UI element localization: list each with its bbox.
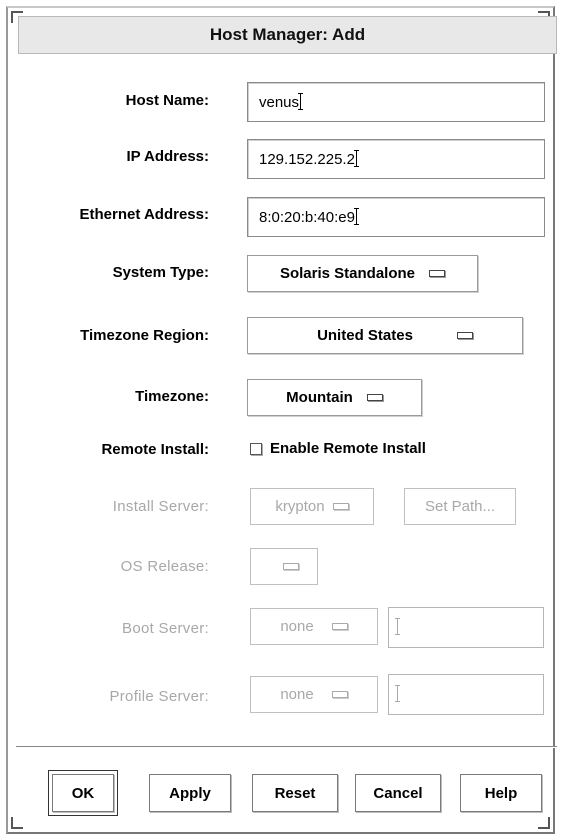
boot-server-path-field[interactable] xyxy=(388,607,544,648)
set-path-button[interactable]: Set Path... xyxy=(404,488,516,525)
timezone-region-label: Timezone Region: xyxy=(80,327,209,344)
host-name-label: Host Name: xyxy=(125,92,209,109)
menu-mark-icon xyxy=(429,270,446,277)
ethernet-address-label: Ethernet Address: xyxy=(79,206,209,223)
ok-button[interactable]: OK xyxy=(48,770,118,816)
menu-mark-icon xyxy=(283,563,299,570)
boot-server-value: none xyxy=(280,618,314,635)
os-release-menu-button[interactable] xyxy=(250,548,318,585)
window-corner-bottom-right[interactable] xyxy=(538,817,550,829)
timezone-label: Timezone: xyxy=(135,388,209,405)
text-cursor-icon xyxy=(395,685,400,702)
menu-mark-icon xyxy=(331,691,348,698)
timezone-menu-button[interactable]: Mountain xyxy=(247,379,422,416)
boot-server-label: Boot Server: xyxy=(122,620,209,637)
profile-server-path-field[interactable] xyxy=(388,674,544,715)
window-corner-bottom-left[interactable] xyxy=(11,817,23,829)
os-release-label: OS Release: xyxy=(120,558,209,575)
help-button[interactable]: Help xyxy=(460,774,542,812)
text-cursor-icon xyxy=(353,150,359,167)
reset-button-label: Reset xyxy=(274,784,316,802)
profile-server-label: Profile Server: xyxy=(109,688,209,705)
enable-remote-install-checkbox[interactable]: Enable Remote Install xyxy=(250,440,426,457)
text-cursor-icon xyxy=(395,618,400,635)
window-title: Host Manager: Add xyxy=(209,25,366,44)
window-title-bar[interactable]: Host Manager: Add xyxy=(18,16,557,54)
system-type-value: Solaris Standalone xyxy=(279,265,416,282)
menu-mark-icon xyxy=(456,332,473,339)
reset-button[interactable]: Reset xyxy=(252,774,338,812)
ip-address-field[interactable]: 129.152.225.2 xyxy=(247,139,545,179)
ip-address-value: 129.152.225.2 xyxy=(259,151,355,168)
host-name-value: venus xyxy=(259,94,300,111)
install-server-value: krypton xyxy=(275,498,325,515)
cancel-button[interactable]: Cancel xyxy=(355,774,441,812)
button-area-separator xyxy=(16,746,557,748)
text-cursor-icon xyxy=(353,208,359,225)
timezone-region-value: United States xyxy=(317,327,413,344)
help-button-label: Help xyxy=(484,784,518,802)
checkbox-icon[interactable] xyxy=(250,442,262,455)
timezone-value: Mountain xyxy=(286,389,353,406)
menu-mark-icon xyxy=(331,623,348,630)
ip-address-label: IP Address: xyxy=(126,148,209,165)
menu-mark-icon xyxy=(366,394,383,401)
install-server-menu-button[interactable]: krypton xyxy=(250,488,374,525)
remote-install-label: Remote Install: xyxy=(101,441,209,458)
apply-button-label: Apply xyxy=(169,784,211,802)
boot-server-menu-button[interactable]: none xyxy=(250,608,378,645)
profile-server-menu-button[interactable]: none xyxy=(250,676,378,713)
set-path-label: Set Path... xyxy=(424,498,496,515)
menu-mark-icon xyxy=(332,503,349,510)
install-server-label: Install Server: xyxy=(112,498,209,515)
enable-remote-install-label: Enable Remote Install xyxy=(270,440,426,457)
host-name-field[interactable]: venus xyxy=(247,82,545,122)
ethernet-address-field[interactable]: 8:0:20:b:40:e9 xyxy=(247,197,545,237)
ok-button-label: OK xyxy=(71,784,95,802)
text-cursor-icon xyxy=(298,93,304,110)
apply-button[interactable]: Apply xyxy=(149,774,231,812)
host-manager-window: Host Manager: Add Host Name: venus IP Ad… xyxy=(6,6,557,834)
system-type-menu-button[interactable]: Solaris Standalone xyxy=(247,255,478,292)
profile-server-value: none xyxy=(280,686,314,703)
cancel-button-label: Cancel xyxy=(373,784,423,802)
timezone-region-menu-button[interactable]: United States xyxy=(247,317,523,354)
system-type-label: System Type: xyxy=(112,264,209,281)
ethernet-address-value: 8:0:20:b:40:e9 xyxy=(259,209,355,226)
